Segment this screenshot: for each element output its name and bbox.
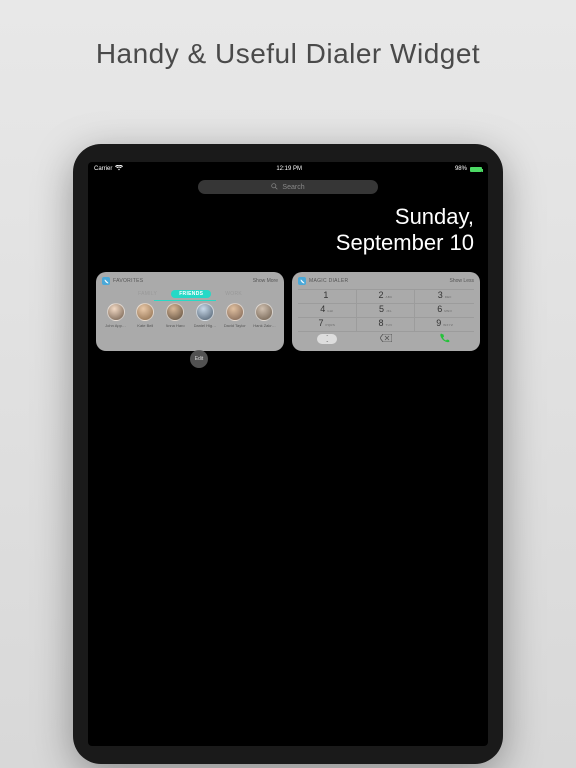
tab-friends[interactable]: FRIENDS <box>171 290 211 298</box>
key-digit: 5 <box>379 304 384 314</box>
search-icon <box>271 183 278 192</box>
battery-percent: 98% <box>455 166 467 172</box>
key-letters: ABC <box>385 295 392 299</box>
key-digit: 7 <box>318 318 323 328</box>
key-digit: 8 <box>379 318 384 328</box>
key-4[interactable]: 4GHI <box>298 303 357 317</box>
app-icon <box>102 277 110 285</box>
call-button[interactable] <box>440 333 450 345</box>
battery-icon <box>470 167 482 172</box>
key-3[interactable]: 3DEF <box>415 289 474 303</box>
widgets-row: FAVORITES Show More FAMILY FRIENDS WORK … <box>96 272 480 351</box>
key-letters: JKL <box>386 309 392 313</box>
contact-item[interactable]: David Taylor <box>221 303 248 328</box>
key-digit: 6 <box>437 304 442 314</box>
contact-name: Hank Zakr… <box>253 323 275 328</box>
key-digit: 4 <box>320 304 325 314</box>
clock: 12:19 PM <box>276 166 302 172</box>
status-bar: Carrier 12:19 PM 98% <box>88 162 488 176</box>
avatar <box>107 303 125 321</box>
device-screen: Carrier 12:19 PM 98% Search Sunday, Sept… <box>88 162 488 746</box>
key-1[interactable]: 1 <box>298 289 357 303</box>
contact-name: David Taylor <box>224 323 246 328</box>
search-bar[interactable]: Search <box>198 180 378 194</box>
device-frame: Carrier 12:19 PM 98% Search Sunday, Sept… <box>73 144 503 764</box>
key-letters: MNO <box>444 309 452 313</box>
contact-item[interactable]: Kate Bell <box>132 303 159 328</box>
key-digit: 2 <box>378 290 383 300</box>
key-5[interactable]: 5JKL <box>357 303 416 317</box>
tab-family[interactable]: FAMILY <box>134 291 161 297</box>
key-letters: TUV <box>386 323 393 327</box>
search-placeholder: Search <box>282 184 304 191</box>
key-letters: DEF <box>445 295 452 299</box>
favorites-title: FAVORITES <box>113 278 143 284</box>
key-9[interactable]: 9WXYZ <box>415 317 474 331</box>
contact-name: Kate Bell <box>137 323 153 328</box>
contact-name: Anna Haro <box>166 323 185 328</box>
contact-item[interactable]: Daniel Hig… <box>191 303 218 328</box>
key-letters: WXYZ <box>443 323 453 327</box>
key-digit: 3 <box>438 290 443 300</box>
key-7[interactable]: 7PQRS <box>298 317 357 331</box>
tab-work[interactable]: WORK <box>221 291 246 297</box>
date-weekday: Sunday, <box>336 204 474 230</box>
key-6[interactable]: 6MNO <box>415 303 474 317</box>
favorites-widget: FAVORITES Show More FAMILY FRIENDS WORK … <box>96 272 284 351</box>
app-icon <box>298 277 306 285</box>
key-2[interactable]: 2ABC <box>357 289 416 303</box>
key-8[interactable]: 8TUV <box>357 317 416 331</box>
avatar <box>166 303 184 321</box>
chevron-down-icon: ⌄ <box>326 339 329 343</box>
contact-name: John App… <box>105 323 126 328</box>
dialer-widget: MAGIC DIALER Show Less 1 2ABC 3DEF 4GHI … <box>292 272 480 351</box>
promo-title: Handy & Useful Dialer Widget <box>0 0 576 70</box>
key-letters: GHI <box>327 309 333 313</box>
edit-label: Edit <box>195 356 204 362</box>
contact-item[interactable]: John App… <box>102 303 129 328</box>
key-digit: 1 <box>323 290 328 300</box>
dialer-title: MAGIC DIALER <box>309 278 348 284</box>
tab-underline <box>154 300 216 301</box>
show-less-button[interactable]: Show Less <box>450 278 474 284</box>
dialer-keypad: 1 2ABC 3DEF 4GHI 5JKL 6MNO 7PQRS 8TUV 9W… <box>298 289 474 331</box>
avatar <box>255 303 273 321</box>
wifi-icon <box>115 165 123 173</box>
show-more-button[interactable]: Show More <box>253 278 278 284</box>
contact-name: Daniel Hig… <box>194 323 216 328</box>
key-letters: PQRS <box>325 323 335 327</box>
avatar <box>196 303 214 321</box>
avatar <box>226 303 244 321</box>
contacts-row: John App… Kate Bell Anna Haro Daniel Hig… <box>102 303 278 328</box>
history-stepper[interactable]: ⌃⌄ <box>317 334 337 344</box>
favorites-tabs: FAMILY FRIENDS WORK <box>102 289 278 299</box>
avatar <box>136 303 154 321</box>
edit-button[interactable]: Edit <box>190 350 208 368</box>
carrier-label: Carrier <box>94 166 112 172</box>
backspace-button[interactable] <box>380 334 392 344</box>
date-display: Sunday, September 10 <box>336 204 474 256</box>
dialer-bottom-row: ⌃⌄ <box>298 331 474 345</box>
date-month-day: September 10 <box>336 230 474 256</box>
contact-item[interactable]: Hank Zakr… <box>251 303 278 328</box>
key-digit: 9 <box>436 318 441 328</box>
contact-item[interactable]: Anna Haro <box>162 303 189 328</box>
